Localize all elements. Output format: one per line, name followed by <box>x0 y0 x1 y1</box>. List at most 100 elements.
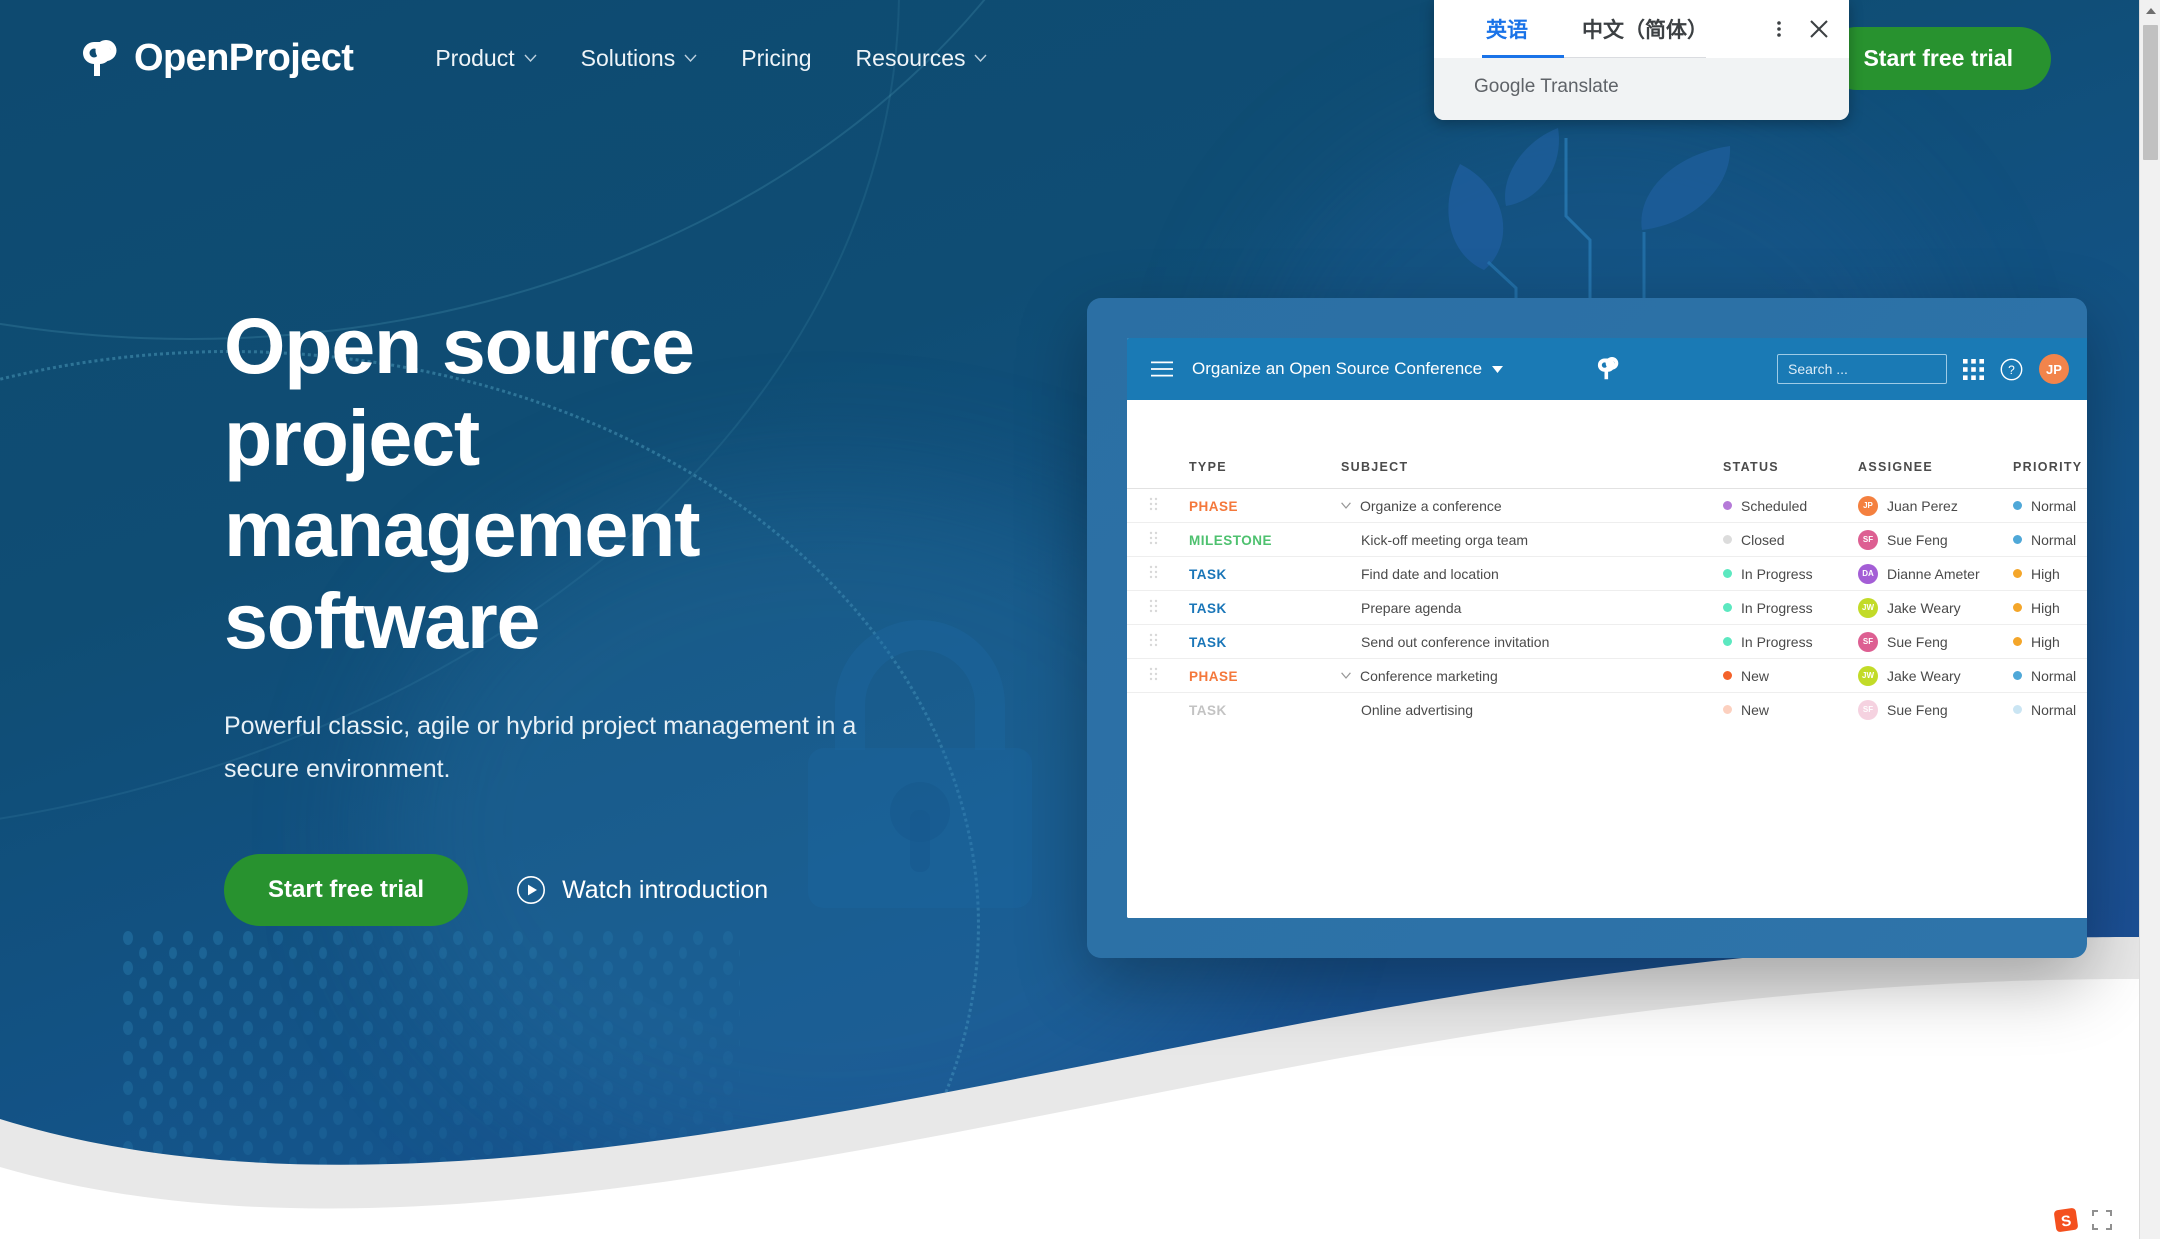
column-header-status[interactable]: STATUS <box>1723 460 1858 489</box>
cell-subject[interactable]: Kick-off meeting orga team <box>1323 523 1723 557</box>
more-vertical-icon[interactable] <box>1759 9 1799 49</box>
scrollbar[interactable] <box>2139 0 2160 1239</box>
table-row[interactable]: MILESTONE Kick-off meeting orga team Close… <box>1127 523 2087 557</box>
modules-grid-icon[interactable] <box>1963 359 1984 380</box>
status-dot <box>1723 501 1732 510</box>
priority-dot <box>2013 705 2022 714</box>
cell-subject[interactable]: Conference marketing <box>1323 659 1723 693</box>
close-x-icon[interactable] <box>1799 9 1839 49</box>
menu-item-resources[interactable]: Resources <box>834 35 1010 82</box>
table-row[interactable]: PHASEConference marketingNewJWJake Weary… <box>1127 659 2087 693</box>
column-header-subject[interactable]: SUBJECT <box>1323 460 1723 489</box>
scroll-up-arrow-icon[interactable] <box>2140 0 2160 21</box>
watch-introduction-link[interactable]: Watch introduction <box>516 875 768 905</box>
cell-type[interactable]: PHASE <box>1173 489 1323 523</box>
project-name-label[interactable]: Organize an Open Source Conference <box>1192 359 1482 379</box>
expand-caret-icon[interactable] <box>1341 672 1351 679</box>
column-header-type[interactable]: TYPE <box>1173 460 1323 489</box>
cell-subject[interactable]: Send out conference invitation <box>1323 625 1723 659</box>
subject-text: Prepare agenda <box>1361 600 1461 616</box>
cell-assignee[interactable]: SFSue Feng <box>1858 693 2013 727</box>
fullscreen-expand-icon[interactable] <box>2091 1209 2113 1231</box>
caret-down-icon[interactable] <box>1492 366 1503 373</box>
tab-chinese-simplified[interactable]: 中文（简体） <box>1566 0 1724 58</box>
drag-handle-icon[interactable] <box>1149 667 1158 681</box>
column-header-priority[interactable]: PRIORITY <box>2013 460 2087 489</box>
type-label: MILESTONE <box>1173 533 1272 548</box>
column-header-assignee[interactable]: ASSIGNEE <box>1858 460 2013 489</box>
avatar[interactable]: JP <box>2039 354 2069 384</box>
row-drag-handle-cell <box>1127 659 1173 693</box>
cell-type[interactable]: PHASE <box>1173 659 1323 693</box>
cell-priority[interactable]: High <box>2013 591 2087 625</box>
status-dot <box>1723 535 1732 544</box>
cell-status[interactable]: Closed <box>1723 523 1858 557</box>
cell-priority[interactable]: High <box>2013 625 2087 659</box>
assignee-name: Sue Feng <box>1887 702 1948 718</box>
cell-assignee[interactable]: JPJuan Perez <box>1858 489 2013 523</box>
cell-priority[interactable]: Normal <box>2013 489 2087 523</box>
cell-assignee[interactable]: SFSue Feng <box>1858 523 2013 557</box>
menu-item-solutions[interactable]: Solutions <box>559 35 720 82</box>
tab-english[interactable]: 英语 <box>1470 0 1544 58</box>
cell-type[interactable]: TASK <box>1173 693 1323 727</box>
s-logo-icon[interactable]: S <box>2053 1207 2079 1233</box>
chevron-down-icon <box>684 54 697 62</box>
hero-title-line: management <box>224 483 984 575</box>
scrollbar-thumb[interactable] <box>2143 25 2158 160</box>
cell-status[interactable]: Scheduled <box>1723 489 1858 523</box>
help-circle-icon[interactable]: ? <box>2000 358 2023 381</box>
hero-subtitle: Powerful classic, agile or hybrid projec… <box>224 705 864 793</box>
status-label: In Progress <box>1741 634 1813 650</box>
type-label: TASK <box>1173 703 1227 718</box>
cell-type[interactable]: TASK <box>1173 591 1323 625</box>
row-drag-handle-cell <box>1127 489 1173 523</box>
table-row[interactable]: TASK Send out conference invitation In Pro… <box>1127 625 2087 659</box>
logo-home-link[interactable]: OpenProject <box>76 35 353 81</box>
app-search-input[interactable] <box>1777 354 1947 384</box>
table-row[interactable]: PHASEOrganize a conferenceScheduledJPJua… <box>1127 489 2087 523</box>
drag-handle-icon[interactable] <box>1149 633 1158 647</box>
cell-subject[interactable]: Prepare agenda <box>1323 591 1723 625</box>
menu-item-product[interactable]: Product <box>413 35 558 82</box>
cell-priority[interactable]: Normal <box>2013 523 2087 557</box>
avatar: SF <box>1858 632 1878 652</box>
cell-type[interactable]: TASK <box>1173 625 1323 659</box>
drag-handle-icon[interactable] <box>1149 497 1158 511</box>
start-free-trial-button[interactable]: Start free trial <box>1825 27 2051 90</box>
cell-status[interactable]: New <box>1723 659 1858 693</box>
expand-caret-icon[interactable] <box>1341 502 1351 509</box>
cell-priority[interactable]: High <box>2013 557 2087 591</box>
cell-status[interactable]: In Progress <box>1723 557 1858 591</box>
subject-text: Send out conference invitation <box>1361 634 1549 650</box>
table-row[interactable]: TASK Prepare agenda In ProgressJWJake Wear… <box>1127 591 2087 625</box>
cell-priority[interactable]: Normal <box>2013 659 2087 693</box>
drag-handle-icon[interactable] <box>1149 565 1158 579</box>
cell-assignee[interactable]: JWJake Weary <box>1858 591 2013 625</box>
table-row[interactable]: TASK Online advertisingNewSFSue FengNorma… <box>1127 693 2087 727</box>
cell-subject[interactable]: Online advertising <box>1323 693 1723 727</box>
hero-start-free-trial-button[interactable]: Start free trial <box>224 854 468 926</box>
cell-assignee[interactable]: DADianne Ameter <box>1858 557 2013 591</box>
priority-dot <box>2013 501 2022 510</box>
cell-priority[interactable]: Normal <box>2013 693 2087 727</box>
drag-handle-icon[interactable] <box>1149 599 1158 613</box>
subject-text: Kick-off meeting orga team <box>1361 532 1528 548</box>
cell-assignee[interactable]: SFSue Feng <box>1858 625 2013 659</box>
cell-assignee[interactable]: JWJake Weary <box>1858 659 2013 693</box>
drag-handle-icon[interactable] <box>1149 531 1158 545</box>
type-label: TASK <box>1173 601 1227 616</box>
menu-item-pricing[interactable]: Pricing <box>719 35 833 82</box>
cell-status[interactable]: In Progress <box>1723 625 1858 659</box>
cell-subject[interactable]: Organize a conference <box>1323 489 1723 523</box>
hamburger-icon[interactable] <box>1151 361 1173 377</box>
cell-status[interactable]: New <box>1723 693 1858 727</box>
table-row[interactable]: TASKFind date and locationIn ProgressDAD… <box>1127 557 2087 591</box>
status-dot <box>1723 603 1732 612</box>
cell-type[interactable]: MILESTONE <box>1173 523 1323 557</box>
cell-type[interactable]: TASK <box>1173 557 1323 591</box>
menu-item-label: Product <box>435 45 514 72</box>
menu-item-label: Solutions <box>581 45 676 72</box>
cell-status[interactable]: In Progress <box>1723 591 1858 625</box>
cell-subject[interactable]: Find date and location <box>1323 557 1723 591</box>
